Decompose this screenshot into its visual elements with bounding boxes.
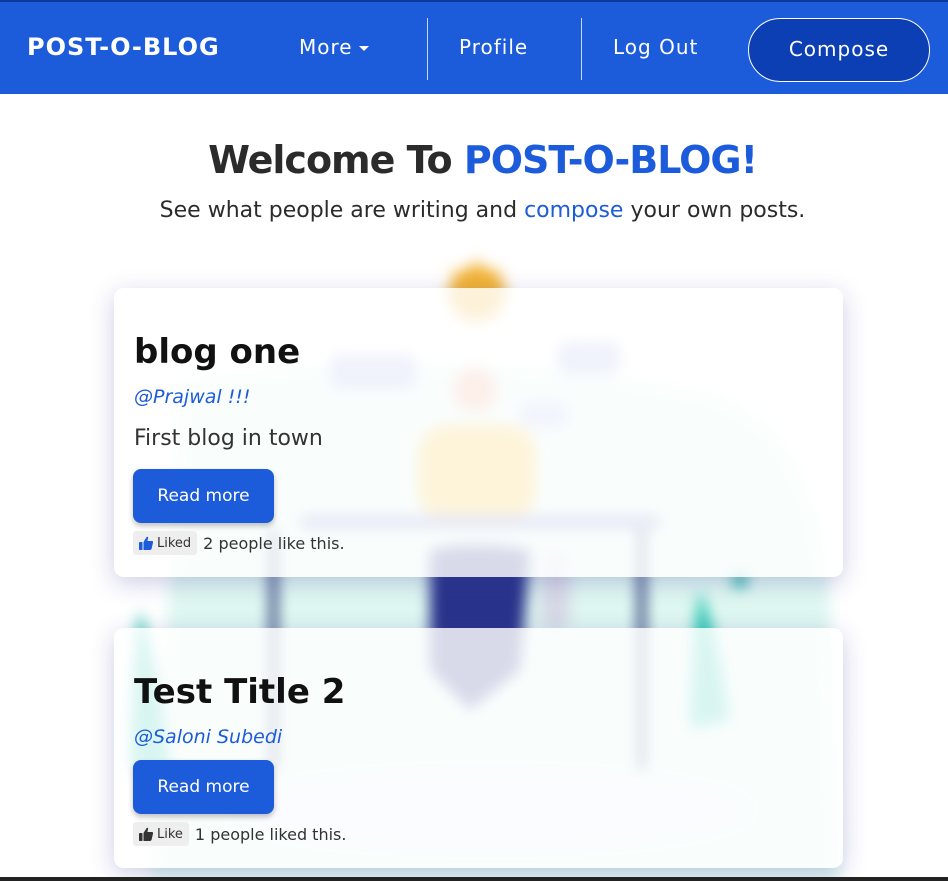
post-excerpt: First blog in town: [134, 426, 323, 451]
read-more-button[interactable]: Read more: [133, 469, 274, 523]
like-button[interactable]: Like: [133, 822, 189, 846]
like-button-label: Liked: [157, 535, 192, 551]
subtitle-before: See what people are writing and: [159, 198, 518, 223]
navbar: POST-O-BLOG More Profile Log Out Compose: [0, 0, 948, 94]
like-row: Liked 2 people like this.: [133, 531, 345, 555]
like-button[interactable]: Liked: [133, 531, 198, 555]
nav-divider: [581, 18, 582, 80]
logout-link[interactable]: Log Out: [613, 35, 698, 59]
compose-link[interactable]: compose: [524, 198, 623, 223]
post-title: Test Title 2: [134, 672, 346, 712]
welcome-prefix: Welcome To: [208, 138, 453, 182]
like-count-text: 2 people like this.: [203, 533, 345, 553]
nav-divider: [427, 18, 428, 80]
bottom-border: [0, 877, 948, 881]
read-more-button[interactable]: Read more: [133, 760, 274, 814]
more-dropdown[interactable]: More: [299, 35, 369, 59]
post-card: Test Title 2 @Saloni Subedi Read more Li…: [114, 628, 843, 868]
like-button-label: Like: [157, 826, 183, 842]
page-subtitle: See what people are writing and compose …: [0, 198, 948, 223]
brand-logo[interactable]: POST-O-BLOG: [27, 33, 220, 61]
welcome-brand: POST-O-BLOG!: [463, 138, 758, 182]
chevron-down-icon: [358, 46, 369, 51]
page-title: Welcome To POST-O-BLOG!: [0, 138, 948, 182]
like-row: Like 1 people liked this.: [133, 822, 346, 846]
post-author[interactable]: @Prajwal !!!: [134, 386, 251, 408]
compose-button[interactable]: Compose: [748, 18, 930, 82]
like-count-text: 1 people liked this.: [194, 824, 347, 844]
subtitle-after: your own posts.: [630, 198, 806, 223]
more-dropdown-label: More: [299, 35, 353, 59]
post-title: blog one: [134, 332, 301, 372]
thumbs-up-icon: [139, 827, 154, 841]
post-card: blog one @Prajwal !!! First blog in town…: [114, 288, 843, 577]
thumbs-up-icon: [139, 536, 154, 550]
profile-link[interactable]: Profile: [459, 35, 528, 59]
post-author[interactable]: @Saloni Subedi: [134, 726, 282, 748]
